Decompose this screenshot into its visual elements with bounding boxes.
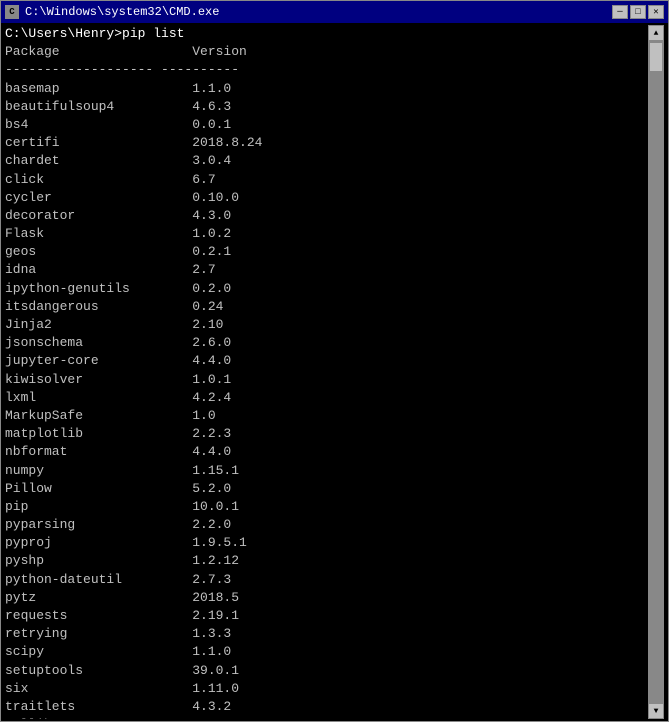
terminal-line: pyparsing 2.2.0 <box>5 516 648 534</box>
terminal-line: ipython-genutils 0.2.0 <box>5 280 648 298</box>
terminal-line: traitlets 4.3.2 <box>5 698 648 716</box>
title-bar: C C:\Windows\system32\CMD.exe ─ □ ✕ <box>1 1 668 23</box>
terminal-line: Flask 1.0.2 <box>5 225 648 243</box>
terminal-line: ------------------- ---------- <box>5 61 648 79</box>
scrollbar-track[interactable] <box>648 41 664 703</box>
terminal-line: itsdangerous 0.24 <box>5 298 648 316</box>
terminal-line: scipy 1.1.0 <box>5 643 648 661</box>
terminal-line: chardet 3.0.4 <box>5 152 648 170</box>
terminal-line: geos 0.2.1 <box>5 243 648 261</box>
terminal-line: Package Version <box>5 43 648 61</box>
terminal-line: beautifulsoup4 4.6.3 <box>5 98 648 116</box>
terminal-line: bs4 0.0.1 <box>5 116 648 134</box>
terminal-line: pytz 2018.5 <box>5 589 648 607</box>
title-bar-left: C C:\Windows\system32\CMD.exe <box>5 5 219 19</box>
cmd-window: C C:\Windows\system32\CMD.exe ─ □ ✕ C:\U… <box>0 0 669 722</box>
terminal-line: numpy 1.15.1 <box>5 462 648 480</box>
terminal-line: retrying 1.3.3 <box>5 625 648 643</box>
minimize-button[interactable]: ─ <box>612 5 628 19</box>
scroll-down-arrow[interactable]: ▼ <box>648 703 664 719</box>
terminal-line: kiwisolver 1.0.1 <box>5 371 648 389</box>
terminal-line: certifi 2018.8.24 <box>5 134 648 152</box>
terminal-line: jupyter-core 4.4.0 <box>5 352 648 370</box>
terminal-content: C:\Users\Henry>pip listPackage Version--… <box>5 25 648 719</box>
terminal-line: idna 2.7 <box>5 261 648 279</box>
terminal-line: matplotlib 2.2.3 <box>5 425 648 443</box>
close-button[interactable]: ✕ <box>648 5 664 19</box>
scroll-up-arrow[interactable]: ▲ <box>648 25 664 41</box>
window-title: C:\Windows\system32\CMD.exe <box>25 5 219 19</box>
terminal-line: requests 2.19.1 <box>5 607 648 625</box>
terminal-line: click 6.7 <box>5 171 648 189</box>
terminal-line: pyproj 1.9.5.1 <box>5 534 648 552</box>
terminal-line: Pillow 5.2.0 <box>5 480 648 498</box>
terminal-body: C:\Users\Henry>pip listPackage Version--… <box>1 23 668 721</box>
terminal-line: jsonschema 2.6.0 <box>5 334 648 352</box>
terminal-line: cycler 0.10.0 <box>5 189 648 207</box>
maximize-button[interactable]: □ <box>630 5 646 19</box>
title-bar-buttons: ─ □ ✕ <box>612 5 664 19</box>
scrollbar-thumb[interactable] <box>649 42 663 72</box>
terminal-line: nbformat 4.4.0 <box>5 443 648 461</box>
terminal-line: pip 10.0.1 <box>5 498 648 516</box>
terminal-line: python-dateutil 2.7.3 <box>5 571 648 589</box>
scrollbar[interactable]: ▲ ▼ <box>648 25 664 719</box>
terminal-line: urllib3 1.23 <box>5 716 648 719</box>
terminal-line: MarkupSafe 1.0 <box>5 407 648 425</box>
terminal-line: pyshp 1.2.12 <box>5 552 648 570</box>
terminal-line: basemap 1.1.0 <box>5 80 648 98</box>
terminal-line: C:\Users\Henry>pip list <box>5 25 648 43</box>
terminal-line: lxml 4.2.4 <box>5 389 648 407</box>
terminal-line: Jinja2 2.10 <box>5 316 648 334</box>
terminal-line: setuptools 39.0.1 <box>5 662 648 680</box>
terminal-line: six 1.11.0 <box>5 680 648 698</box>
cmd-icon: C <box>5 5 19 19</box>
terminal-line: decorator 4.3.0 <box>5 207 648 225</box>
